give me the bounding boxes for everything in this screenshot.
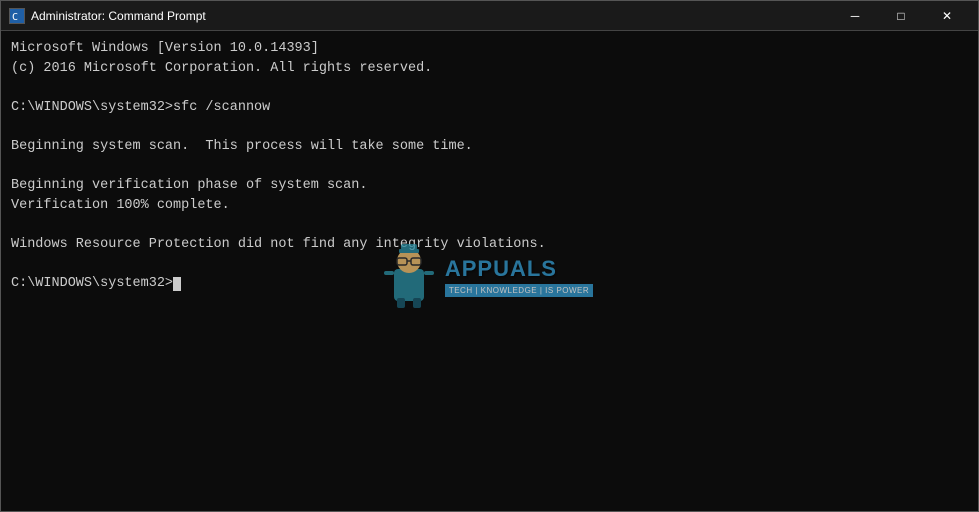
watermark-title: APPUALS [445,256,593,282]
watermark-text: APPUALS TECH | KNOWLEDGE | IS POWER [445,256,593,297]
watermark: APPUALS TECH | KNOWLEDGE | IS POWER [371,226,601,326]
close-button[interactable]: ✕ [924,1,970,31]
minimize-button[interactable]: ─ [832,1,878,31]
cmd-window: C Administrator: Command Prompt ─ □ ✕ Mi… [0,0,979,512]
svg-text:C: C [12,12,18,23]
window-title: Administrator: Command Prompt [31,9,832,23]
cmd-icon: C [9,8,25,24]
watermark-tagline: TECH | KNOWLEDGE | IS POWER [445,284,593,297]
watermark-figure [379,241,439,311]
window-controls: ─ □ ✕ [832,1,970,31]
maximize-button[interactable]: □ [878,1,924,31]
title-bar: C Administrator: Command Prompt ─ □ ✕ [1,1,978,31]
console-body[interactable]: Microsoft Windows [Version 10.0.14393] (… [1,31,978,511]
